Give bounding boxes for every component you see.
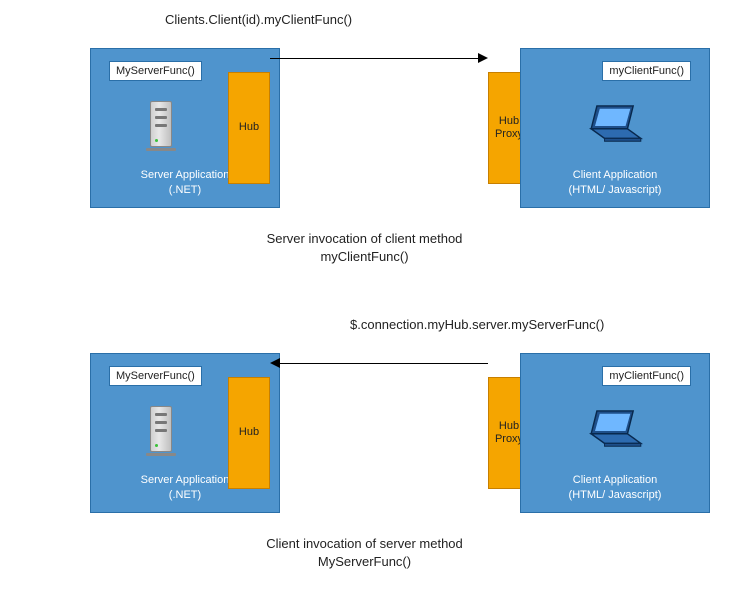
- diagram-client-to-server: $.connection.myHub.server.myServerFunc()…: [20, 315, 709, 580]
- client-app-label-2: (HTML/ Javascript): [569, 489, 662, 501]
- diagram-server-to-client: Clients.Client(id).myClientFunc() MyServ…: [20, 10, 709, 275]
- hub-proxy-label-1: Hub: [499, 115, 519, 127]
- server-app-label-2: (.NET): [169, 184, 201, 196]
- hub-box: Hub: [228, 377, 270, 489]
- caption-line-1: Server invocation of client method: [267, 231, 463, 246]
- caption-line-2: MyServerFunc(): [318, 554, 411, 569]
- arrow-head-right-icon: [478, 53, 488, 63]
- server-icon: [146, 101, 176, 149]
- laptop-icon: [587, 104, 645, 146]
- diagram-caption: Server invocation of client method myCli…: [20, 230, 709, 266]
- caption-line-1: Client invocation of server method: [266, 536, 463, 551]
- hub-proxy-label-2: Proxy: [495, 128, 523, 140]
- hub-label: Hub: [239, 121, 259, 134]
- arrow-line: [280, 363, 488, 364]
- server-func-label: MyServerFunc(): [109, 61, 202, 81]
- server-app-label-1: Server Application: [141, 474, 230, 486]
- caption-line-2: myClientFunc(): [320, 249, 408, 264]
- hub-box: Hub: [228, 72, 270, 184]
- client-func-label: myClientFunc(): [602, 366, 691, 386]
- code-line: Clients.Client(id).myClientFunc(): [165, 12, 352, 27]
- client-app-label-1: Client Application: [573, 474, 657, 486]
- hub-label: Hub: [239, 426, 259, 439]
- server-func-label: MyServerFunc(): [109, 366, 202, 386]
- server-icon: [146, 406, 176, 454]
- hub-proxy-label-1: Hub: [499, 420, 519, 432]
- laptop-icon: [587, 409, 645, 451]
- client-box: myClientFunc() Client Application (HTML/…: [520, 48, 710, 208]
- arrow-line: [270, 58, 480, 59]
- client-func-label: myClientFunc(): [602, 61, 691, 81]
- server-app-label-2: (.NET): [169, 489, 201, 501]
- hub-proxy-label-2: Proxy: [495, 433, 523, 445]
- client-app-label-1: Client Application: [573, 169, 657, 181]
- client-box: myClientFunc() Client Application (HTML/…: [520, 353, 710, 513]
- code-line: $.connection.myHub.server.myServerFunc(): [350, 317, 604, 332]
- server-app-label-1: Server Application: [141, 169, 230, 181]
- diagram-caption: Client invocation of server method MySer…: [20, 535, 709, 571]
- client-app-label-2: (HTML/ Javascript): [569, 184, 662, 196]
- arrow-head-left-icon: [270, 358, 280, 368]
